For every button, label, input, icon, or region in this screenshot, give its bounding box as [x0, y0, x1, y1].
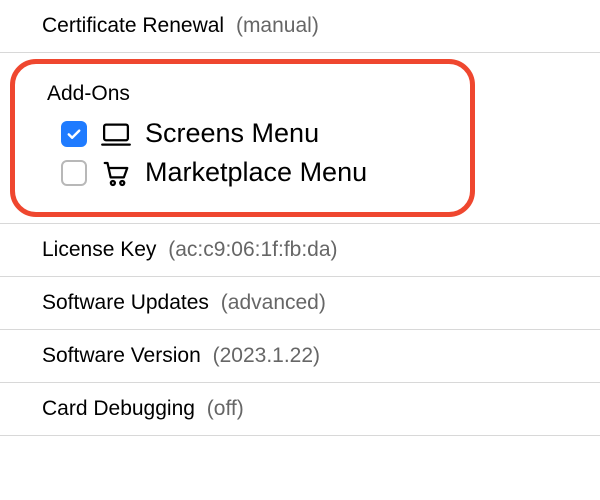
certificate-renewal-row[interactable]: Certificate Renewal manual [0, 0, 600, 53]
addon-item-marketplace[interactable]: Marketplace Menu [45, 153, 446, 192]
software-updates-label: Software Updates [42, 291, 209, 315]
software-version-row[interactable]: Software Version 2023.1.22 [0, 330, 600, 383]
software-updates-row[interactable]: Software Updates advanced [0, 277, 600, 330]
check-icon [65, 125, 83, 143]
addon-item-screens[interactable]: Screens Menu [45, 114, 446, 153]
addons-panel: Add-Ons Screens Menu Marketplace Menu [10, 59, 475, 217]
addons-title: Add-Ons [47, 82, 446, 106]
marketplace-checkbox[interactable] [61, 160, 87, 186]
software-updates-value: advanced [221, 291, 326, 315]
addon-marketplace-label: Marketplace Menu [145, 157, 367, 188]
license-key-row[interactable]: License Key ac:c9:06:1f:fb:da [0, 224, 600, 277]
cart-icon [101, 158, 131, 188]
license-key-label: License Key [42, 238, 156, 262]
card-debugging-row[interactable]: Card Debugging off [0, 383, 600, 436]
software-version-label: Software Version [42, 344, 201, 368]
license-key-value: ac:c9:06:1f:fb:da [168, 238, 337, 262]
card-debugging-label: Card Debugging [42, 397, 195, 421]
addon-screens-label: Screens Menu [145, 118, 319, 149]
screen-icon [101, 119, 131, 149]
certificate-renewal-value: manual [236, 14, 319, 38]
card-debugging-value: off [207, 397, 244, 421]
screens-checkbox[interactable] [61, 121, 87, 147]
software-version-value: 2023.1.22 [213, 344, 320, 368]
certificate-renewal-label: Certificate Renewal [42, 14, 224, 38]
